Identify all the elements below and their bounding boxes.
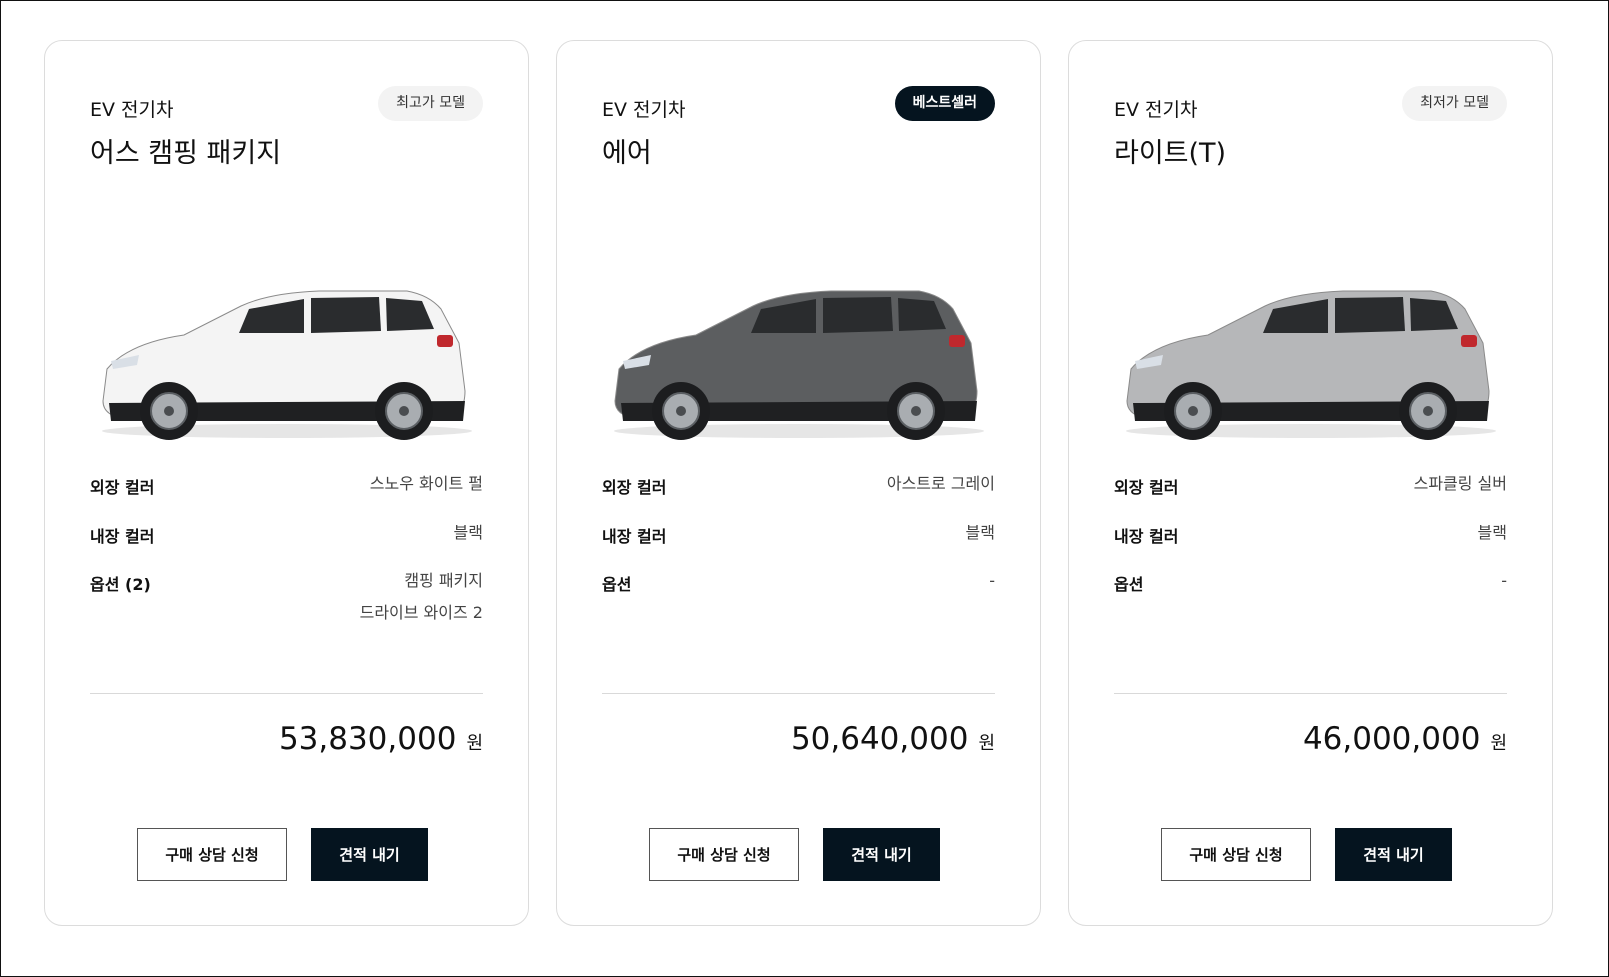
vehicle-category: EV 전기차 <box>602 99 686 121</box>
spec-interior-color: 내장 컬러 블랙 <box>602 523 995 549</box>
spec-label: 내장 컬러 <box>1114 527 1179 546</box>
spec-interior-color: 내장 컬러 블랙 <box>90 523 483 549</box>
trim-name: 라이트(T) <box>1114 138 1227 169</box>
price-amount: 46,000,000 <box>1302 721 1481 757</box>
trim-badge: 최저가 모델 <box>1402 86 1507 121</box>
spec-label: 옵션 (2) <box>90 575 151 594</box>
trim-card-list: EV 전기차 어스 캠핑 패키지 최고가 모델 외장 컬러 스노우 화이트 펄 … <box>44 40 1553 926</box>
spec-label: 외장 컬러 <box>90 478 155 497</box>
price: 46,000,000 원 <box>1303 721 1507 757</box>
spec-label: 내장 컬러 <box>602 527 667 546</box>
option-item: 캠핑 패키지 <box>404 571 483 590</box>
divider <box>602 693 995 694</box>
spec-value: 아스트로 그레이 <box>886 474 995 493</box>
car-image <box>102 290 472 440</box>
price: 53,830,000 원 <box>279 721 483 757</box>
price: 50,640,000 원 <box>791 721 995 757</box>
vehicle-category: EV 전기차 <box>1114 99 1198 121</box>
trim-name: 어스 캠핑 패키지 <box>90 138 282 169</box>
get-quote-button[interactable]: 견적 내기 <box>823 828 940 881</box>
spec-exterior-color: 외장 컬러 스노우 화이트 펄 <box>90 474 483 500</box>
spec-label: 외장 컬러 <box>1114 478 1179 497</box>
get-quote-button[interactable]: 견적 내기 <box>1335 828 1452 881</box>
divider <box>1114 693 1507 694</box>
price-currency: 원 <box>1490 733 1507 754</box>
spec-value: 블랙 <box>453 523 483 542</box>
spec-value: 스파클링 실버 <box>1413 474 1507 493</box>
spec-label: 외장 컬러 <box>602 478 667 497</box>
spec-options: 옵션 - <box>602 571 995 597</box>
trim-card: EV 전기차 어스 캠핑 패키지 최고가 모델 외장 컬러 스노우 화이트 펄 … <box>44 40 529 926</box>
purchase-consult-button[interactable]: 구매 상담 신청 <box>137 828 287 881</box>
car-image <box>1126 290 1496 440</box>
get-quote-button[interactable]: 견적 내기 <box>311 828 428 881</box>
spec-options: 옵션 - <box>1114 571 1507 597</box>
spec-value: 블랙 <box>965 523 995 542</box>
price-currency: 원 <box>978 733 995 754</box>
option-item: 드라이브 와이즈 2 <box>359 603 483 622</box>
spec-value: - <box>1501 565 1507 597</box>
spec-label: 내장 컬러 <box>90 527 155 546</box>
spec-value: - <box>989 565 995 597</box>
vehicle-category: EV 전기차 <box>90 99 174 121</box>
trim-badge: 베스트셀러 <box>894 86 995 121</box>
spec-exterior-color: 외장 컬러 스파클링 실버 <box>1114 474 1507 500</box>
trim-card: EV 전기차 라이트(T) 최저가 모델 외장 컬러 스파클링 실버 내장 컬러… <box>1068 40 1553 926</box>
spec-exterior-color: 외장 컬러 아스트로 그레이 <box>602 474 995 500</box>
purchase-consult-button[interactable]: 구매 상담 신청 <box>649 828 799 881</box>
purchase-consult-button[interactable]: 구매 상담 신청 <box>1161 828 1311 881</box>
spec-value: 스노우 화이트 펄 <box>369 474 483 493</box>
spec-value: 블랙 <box>1477 523 1507 542</box>
divider <box>90 693 483 694</box>
spec-options: 옵션 (2) 캠핑 패키지드라이브 와이즈 2 <box>90 571 483 629</box>
trim-card: EV 전기차 에어 베스트셀러 외장 컬러 아스트로 그레이 내장 컬러 블랙 … <box>556 40 1041 926</box>
option-item: - <box>1501 571 1507 590</box>
spec-value: 캠핑 패키지드라이브 와이즈 2 <box>360 565 483 629</box>
price-amount: 50,640,000 <box>790 721 969 757</box>
spec-label: 옵션 <box>602 575 632 594</box>
car-image <box>614 290 984 440</box>
price-currency: 원 <box>466 733 483 754</box>
trim-badge: 최고가 모델 <box>378 86 483 121</box>
spec-interior-color: 내장 컬러 블랙 <box>1114 523 1507 549</box>
trim-name: 에어 <box>602 138 652 169</box>
price-amount: 53,830,000 <box>278 721 457 757</box>
spec-label: 옵션 <box>1114 575 1144 594</box>
option-item: - <box>989 571 995 590</box>
